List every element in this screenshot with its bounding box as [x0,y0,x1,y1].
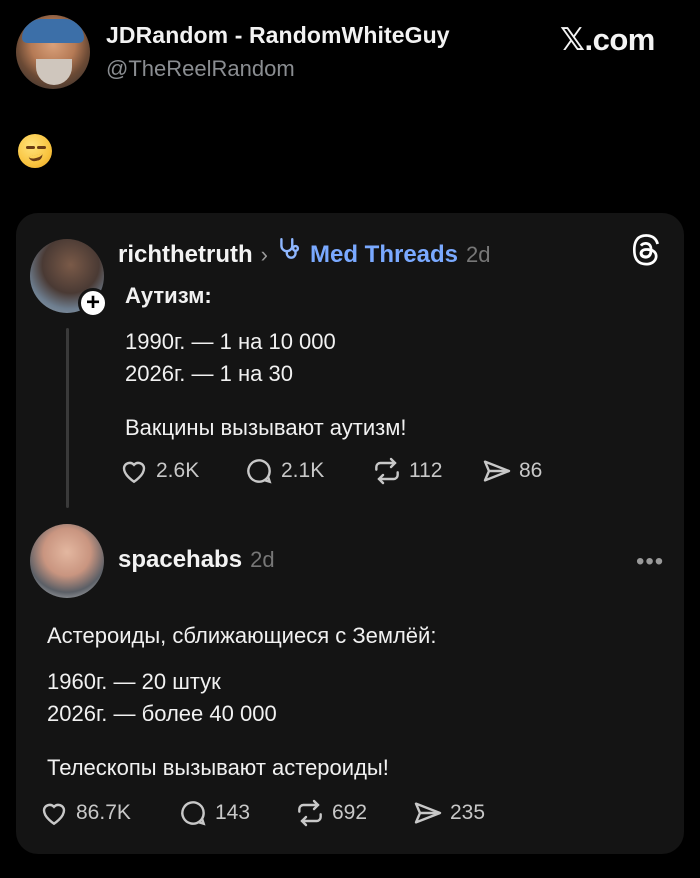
community-link[interactable]: Med Threads [310,241,458,269]
follow-plus-icon[interactable]: + [78,288,108,318]
comment-icon [181,801,206,826]
post2-header: spacehabs 2d [118,546,275,574]
more-options-icon[interactable]: ••• [636,548,664,576]
post2-actions: 86.7K 143 692 235 [38,797,485,829]
heart-icon [42,803,66,826]
post1-header: richthetruth › Med Threads 2d [118,236,491,269]
share-icon [483,460,511,482]
share-count: 235 [450,801,486,824]
post1-time: 2d [466,242,491,267]
post1-line-3: 2026г. — 1 на 30 [125,361,293,386]
like-button[interactable]: 2.6K [118,455,243,487]
comment-icon [247,459,272,484]
spacehabs-avatar[interactable] [30,524,104,598]
repost-button[interactable]: 112 [371,455,481,487]
author-handle[interactable]: @TheReelRandom [106,56,295,82]
share-button[interactable]: 86 [481,455,542,487]
like-button[interactable]: 86.7K [38,797,177,829]
smirking-face-emoji [18,134,52,168]
thread-connector-line [66,328,69,508]
repost-icon [298,799,322,827]
post1-username[interactable]: richthetruth [118,241,253,269]
reply-count: 2.1K [281,459,325,482]
share-icon [414,802,442,824]
repost-button[interactable]: 692 [294,797,412,829]
share-button[interactable]: 235 [412,797,485,829]
post2-username[interactable]: spacehabs [118,546,242,574]
post1-line-4: Вакцины вызывают аутизм! [125,415,407,440]
share-count: 86 [519,459,543,482]
author-avatar[interactable] [16,15,90,89]
post1-line-2: 1990г. — 1 на 10 000 [125,329,336,354]
repost-count: 112 [409,459,443,482]
author-display-name[interactable]: JDRandom - RandomWhiteGuy [106,22,450,49]
like-count: 2.6K [156,459,200,482]
chevron-right-icon: › [260,242,268,267]
post1-line-1: Аутизм: [125,283,212,308]
repost-count: 692 [332,801,368,824]
heart-icon [122,461,146,484]
post2-line-2: 1960г. — 20 штук [47,669,221,694]
post1-actions: 2.6K 2.1K 112 86 [118,455,542,487]
post2-line-4: Телескопы вызывают астероиды! [47,755,389,780]
post2-line-3: 2026г. — более 40 000 [47,701,277,726]
threads-logo-icon [631,233,665,267]
post2-line-1: Астероиды, сближающиеся с Землёй: [47,623,437,648]
reply-count: 143 [215,801,251,824]
stethoscope-icon [276,236,302,268]
like-count: 86.7K [76,801,131,824]
repost-icon [375,457,399,485]
post2-time: 2d [250,547,275,572]
x-brand-logo: 𝕏.com [560,22,655,57]
reply-button[interactable]: 2.1K [243,455,371,487]
reply-button[interactable]: 143 [177,797,294,829]
